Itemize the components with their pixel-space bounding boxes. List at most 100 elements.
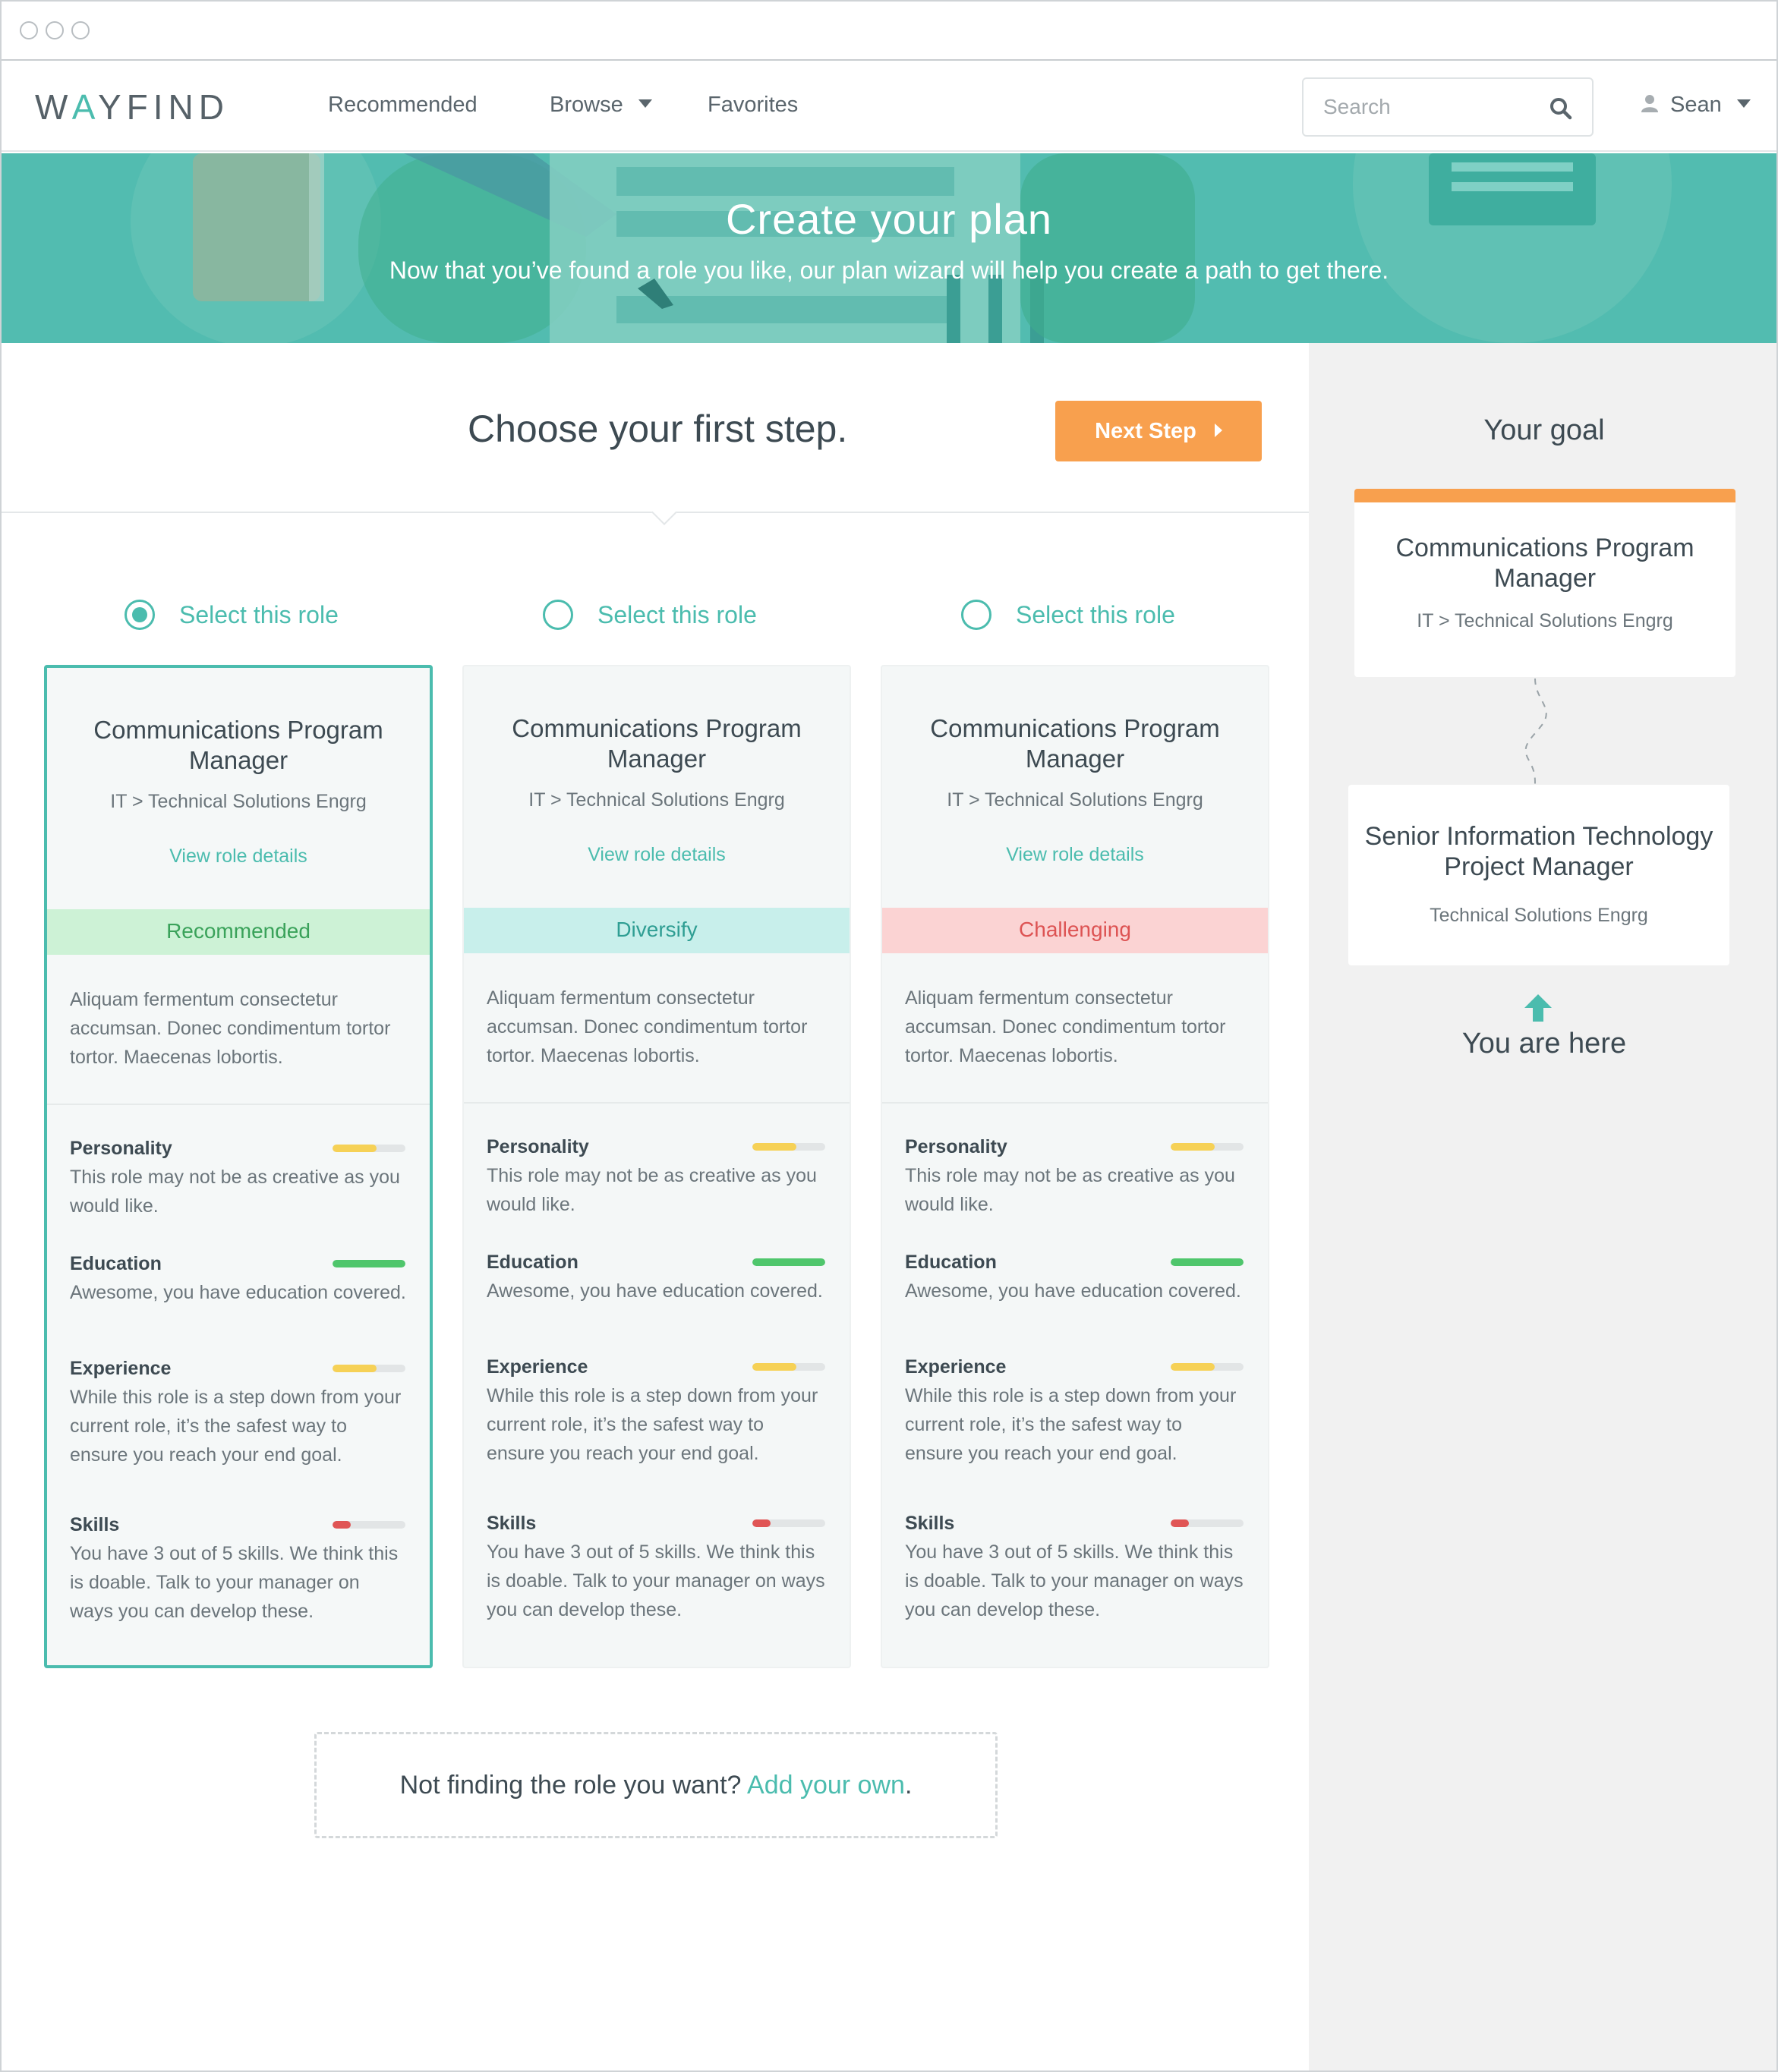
metric-text: You have 3 out of 5 skills. We think thi…: [905, 1541, 1244, 1620]
wayfind-logo[interactable]: WAYFIND: [35, 87, 229, 128]
nav-link-browse[interactable]: Browse: [550, 93, 652, 118]
experience-bar: [752, 1363, 825, 1371]
metric-education: Education Awesome, you have education co…: [905, 1248, 1245, 1305]
metric-text: This role may not be as creative as you …: [487, 1165, 817, 1215]
metric-experience: Experience While this role is a step dow…: [905, 1352, 1245, 1468]
role-description: Aliquam fermentum consectetur accumsan. …: [47, 955, 430, 1105]
view-role-details-link[interactable]: View role details: [47, 845, 430, 868]
radio-unselected-icon[interactable]: [543, 600, 573, 630]
metric-education: Education Awesome, you have education co…: [70, 1249, 407, 1307]
view-role-details-link[interactable]: View role details: [882, 844, 1268, 866]
current-role-path: Technical Solutions Engrg: [1430, 905, 1648, 926]
role-card-recommended[interactable]: Communications Program Manager IT > Tech…: [44, 665, 433, 1668]
metric-skills: Skills You have 3 out of 5 skills. We th…: [905, 1509, 1245, 1624]
metric-text: While this role is a step down from your…: [905, 1385, 1237, 1464]
nav-link-recommended[interactable]: Recommended: [328, 93, 478, 118]
metric-education: Education Awesome, you have education co…: [487, 1248, 827, 1305]
role-description: Aliquam fermentum consectetur accumsan. …: [464, 953, 850, 1104]
metric-text: Awesome, you have education covered.: [487, 1280, 823, 1302]
goal-path: IT > Technical Solutions Engrg: [1417, 610, 1673, 631]
goal-title: Communications Program Manager: [1395, 534, 1694, 593]
personality-bar: [752, 1143, 825, 1151]
metric-text: Awesome, you have education covered.: [70, 1282, 406, 1303]
current-role-title: Senior Information Technology Project Ma…: [1364, 822, 1713, 881]
metric-skills: Skills You have 3 out of 5 skills. We th…: [487, 1509, 827, 1624]
radio-selected-icon[interactable]: [125, 600, 155, 630]
view-role-details-link[interactable]: View role details: [464, 844, 850, 866]
maximize-window-button[interactable]: [71, 21, 90, 39]
bar-fill: [752, 1363, 796, 1371]
personality-bar: [1171, 1143, 1244, 1151]
top-nav: WAYFIND Recommended Browse Favorites Sea…: [2, 62, 1776, 152]
bar-fill: [1171, 1143, 1215, 1151]
radio-unselected-icon[interactable]: [961, 600, 991, 630]
hero-subtitle: Now that you’ve found a role you like, o…: [389, 257, 1389, 284]
education-bar: [752, 1258, 825, 1266]
chevron-down-icon: [1736, 99, 1751, 108]
bar-fill: [1171, 1519, 1189, 1527]
role-card-challenging[interactable]: Communications Program Manager IT > Tech…: [881, 665, 1269, 1668]
metric-personality: Personality This role may not be as crea…: [487, 1132, 827, 1219]
skills-bar: [333, 1521, 405, 1529]
divider-pointer: [651, 499, 677, 525]
bar-fill: [752, 1143, 796, 1151]
goal-card[interactable]: Communications Program Manager IT > Tech…: [1354, 489, 1735, 677]
hero-title: Create your plan: [725, 195, 1052, 243]
metric-text: Awesome, you have education covered.: [905, 1280, 1241, 1302]
select-role-radio-3[interactable]: Select this role: [961, 600, 1175, 630]
next-step-button[interactable]: Next Step: [1055, 401, 1262, 461]
select-role-radio-1[interactable]: Select this role: [125, 600, 339, 630]
skills-bar: [1171, 1519, 1244, 1527]
you-are-here-label: You are here: [1461, 1028, 1627, 1060]
minimize-window-button[interactable]: [46, 21, 64, 39]
role-path: IT > Technical Solutions Engrg: [528, 789, 785, 811]
user-menu[interactable]: Sean: [1640, 93, 1751, 118]
chevron-down-icon: [638, 99, 652, 108]
path-connector: [1524, 678, 1547, 786]
metric-experience: Experience While this role is a step dow…: [487, 1352, 827, 1468]
hero-banner: Create your plan Now that you’ve found a…: [2, 153, 1776, 343]
search-input[interactable]: [1323, 90, 1536, 124]
close-window-button[interactable]: [20, 21, 38, 39]
bar-fill: [333, 1521, 351, 1529]
tag-diversify: Diversify: [464, 908, 850, 953]
metric-text: This role may not be as creative as you …: [70, 1167, 400, 1217]
metric-personality: Personality This role may not be as crea…: [905, 1132, 1245, 1219]
caret-right-icon: [1214, 423, 1222, 437]
metric-text: You have 3 out of 5 skills. We think thi…: [487, 1541, 825, 1620]
your-goal-heading: Your goal: [1483, 414, 1605, 446]
nav-link-favorites[interactable]: Favorites: [708, 93, 798, 118]
arrow-up-icon: [1524, 994, 1552, 1022]
bar-fill: [752, 1519, 771, 1527]
select-role-radio-2[interactable]: Select this role: [543, 600, 757, 630]
metric-experience: Experience While this role is a step dow…: [70, 1354, 407, 1469]
add-own-role-box: Not finding the role you want? Add your …: [314, 1732, 998, 1838]
metric-personality: Personality This role may not be as crea…: [70, 1134, 407, 1220]
personality-bar: [333, 1145, 405, 1152]
bar-fill: [1171, 1258, 1244, 1266]
bar-fill: [333, 1365, 377, 1372]
metric-text: While this role is a step down from your…: [487, 1385, 818, 1464]
tag-challenging: Challenging: [882, 908, 1268, 953]
education-bar: [1171, 1258, 1244, 1266]
select-role-label: Select this role: [1016, 600, 1175, 628]
hero-illustration: [131, 153, 1672, 343]
select-role-label: Select this role: [179, 600, 339, 628]
user-name: Sean: [1670, 93, 1722, 117]
window-titlebar: [2, 2, 1776, 61]
skills-bar: [752, 1519, 825, 1527]
role-card-diversify[interactable]: Communications Program Manager IT > Tech…: [462, 665, 851, 1668]
experience-bar: [333, 1365, 405, 1372]
metric-text: While this role is a step down from your…: [70, 1387, 402, 1466]
add-own-suffix: .: [904, 1771, 913, 1800]
metric-skills: Skills You have 3 out of 5 skills. We th…: [70, 1510, 407, 1626]
step-title: Choose your first step.: [468, 408, 848, 450]
add-your-own-link[interactable]: Add your own: [747, 1771, 905, 1800]
bar-fill: [333, 1145, 377, 1152]
role-path: IT > Technical Solutions Engrg: [110, 791, 367, 812]
role-title: Communications Program Manager: [930, 714, 1220, 773]
select-role-label: Select this role: [597, 600, 757, 628]
current-role-card[interactable]: Senior Information Technology Project Ma…: [1348, 785, 1729, 965]
browser-window: WAYFIND Recommended Browse Favorites Sea…: [0, 0, 1778, 2072]
search-icon[interactable]: [1549, 97, 1572, 120]
